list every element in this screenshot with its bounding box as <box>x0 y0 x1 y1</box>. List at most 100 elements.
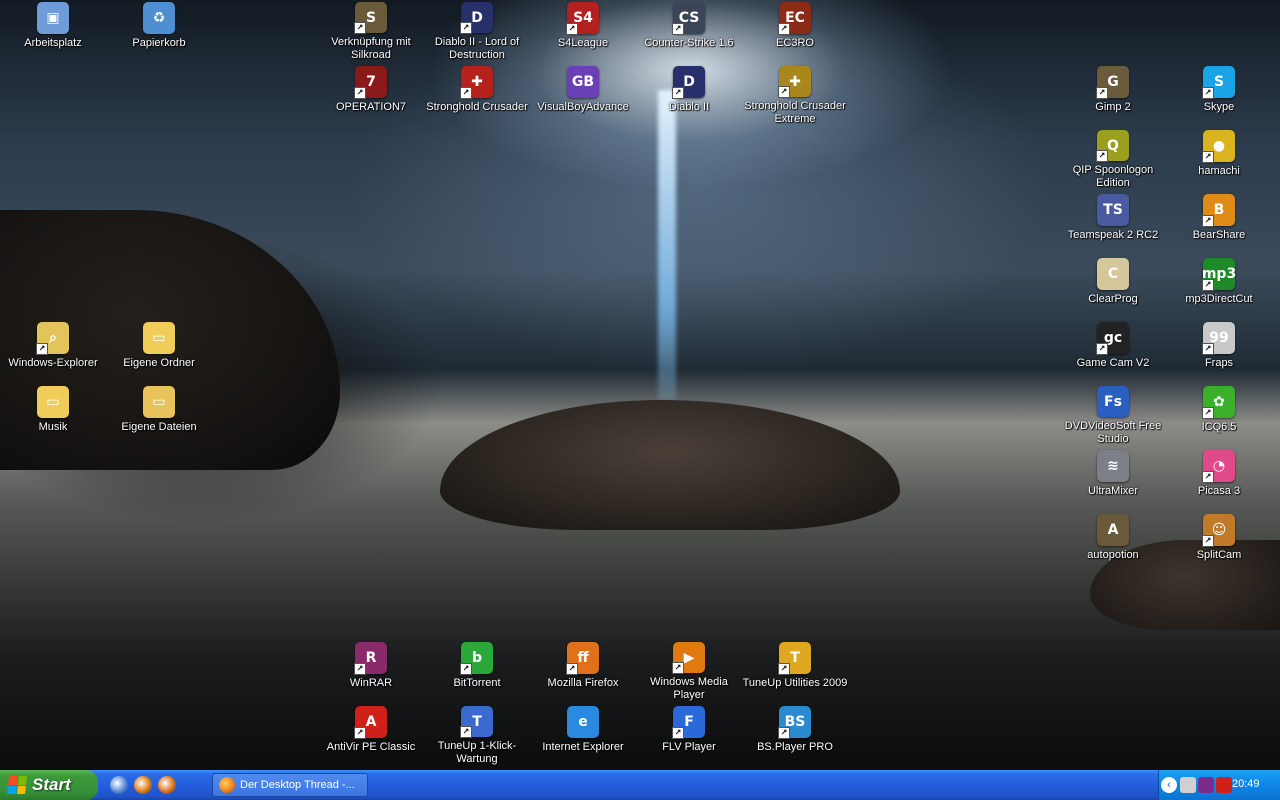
start-button[interactable]: Start <box>0 770 98 800</box>
desktop-icon-bittorrent[interactable]: b ↗ BitTorrent <box>424 640 530 702</box>
desktop-icon-autopotion[interactable]: Aautopotion <box>1060 512 1166 574</box>
firefox-icon <box>219 777 235 793</box>
icon-glyph: ✚ <box>471 74 483 90</box>
desktop-icon-label: EC3RO <box>776 37 814 49</box>
icon-glyph: R <box>365 650 377 666</box>
desktop-icon-tuneup-utilities-2009[interactable]: T ↗ TuneUp Utilities 2009 <box>742 640 848 702</box>
autopotion-icon: A <box>1097 514 1129 546</box>
qip-spoonlogon-edition-icon: Q ↗ <box>1096 130 1129 162</box>
arbeitsplatz-icon: ▣ <box>37 2 69 34</box>
desktop-icon-label: Diablo II - Lord of Destruction <box>434 36 520 61</box>
desktop-icon-label: Eigene Ordner <box>123 357 195 369</box>
desktop-icon-label: mp3DirectCut <box>1185 293 1253 305</box>
desktop-icon-skype[interactable]: S ↗ Skype <box>1166 64 1272 126</box>
desktop-icon-bearshare[interactable]: B ↗ BearShare <box>1166 192 1272 254</box>
desktop-icon-tuneup-1-klick-wartung[interactable]: T ↗ TuneUp 1-Klick-Wartung <box>424 704 530 766</box>
clock[interactable]: 20:49 <box>1232 778 1260 790</box>
taskbar-window-button[interactable]: Der Desktop Thread -... <box>212 773 368 797</box>
desktop-icon-diablo-ii[interactable]: D ↗ Diablo II <box>636 64 742 126</box>
shortcut-arrow-icon: ↗ <box>354 727 366 739</box>
shortcut-arrow-icon: ↗ <box>1202 343 1214 355</box>
desktop-icon-antivir-pe-classic[interactable]: A ↗ AntiVir PE Classic <box>318 704 424 766</box>
desktop-icon-fraps[interactable]: 99 ↗ Fraps <box>1166 320 1272 382</box>
desktop-icon-label: Windows-Explorer <box>8 357 98 369</box>
network-icon[interactable] <box>1180 777 1196 793</box>
desktop-icon-s4league[interactable]: S4 ↗ S4League <box>530 0 636 62</box>
desktop-icon-mp3directcut[interactable]: mp3 ↗ mp3DirectCut <box>1166 256 1272 318</box>
desktop-icon-label: hamachi <box>1198 165 1240 177</box>
shortcut-arrow-icon: ↗ <box>1202 407 1214 419</box>
desktop-icon-eigene-ordner[interactable]: ▭ Eigene Ordner <box>106 320 212 382</box>
desktop-icon-clearprog[interactable]: C ClearProg <box>1060 256 1166 318</box>
desktop-icon-winrar[interactable]: R ↗ WinRAR <box>318 640 424 702</box>
clearprog-icon: C <box>1097 258 1129 290</box>
icon-glyph: ▣ <box>46 10 60 26</box>
desktop-icon-gimp-2[interactable]: G ↗ Gimp 2 <box>1060 64 1166 126</box>
volume-icon[interactable] <box>1198 777 1214 793</box>
media-player-icon[interactable] <box>134 776 152 794</box>
desktop-icon-label: Game Cam V2 <box>1076 357 1150 369</box>
stronghold-crusader-icon: ✚ ↗ <box>460 66 493 99</box>
desktop-icon-game-cam-v2[interactable]: gc ↗ Game Cam V2 <box>1060 320 1166 382</box>
icon-glyph: ≋ <box>1107 458 1119 474</box>
desktop-icon-mozilla-firefox[interactable]: ff ↗ Mozilla Firefox <box>530 640 636 702</box>
desktop-icon-label: AntiVir PE Classic <box>326 741 416 753</box>
desktop-icon-label: QIP Spoonlogon Edition <box>1072 164 1154 189</box>
desktop-icon-verkn-pfung-mit-silkroad[interactable]: S ↗ Verknüpfung mit Silkroad <box>318 0 424 62</box>
icon-glyph: ✿ <box>1213 394 1225 410</box>
desktop-icon-label: DVDVideoSoft Free Studio <box>1064 420 1162 445</box>
chevron-left-icon[interactable]: ‹ <box>1161 777 1177 793</box>
desktop-icon-counter-strike-1-6[interactable]: CS ↗ Counter-Strike 1.6 <box>636 0 742 62</box>
shortcut-arrow-icon: ↗ <box>1096 343 1108 355</box>
firefox-icon[interactable] <box>158 776 176 794</box>
desktop-icon-picasa-3[interactable]: ◔ ↗ Picasa 3 <box>1166 448 1272 510</box>
desktop-icon-qip-spoonlogon-edition[interactable]: Q ↗ QIP Spoonlogon Edition <box>1060 128 1166 190</box>
desktop-icon-stronghold-crusader-extreme[interactable]: ✚ ↗ Stronghold Crusader Extreme <box>742 64 848 126</box>
desktop-icon-label: Mozilla Firefox <box>547 677 619 689</box>
shortcut-arrow-icon: ↗ <box>1202 151 1214 163</box>
desktop-icon-label: Windows Media Player <box>650 676 728 701</box>
windows-logo-icon <box>7 776 27 794</box>
desktop-icon-visualboyadvance[interactable]: GB VisualBoyAdvance <box>530 64 636 126</box>
skype-icon: S ↗ <box>1202 66 1235 99</box>
desktop-icon-teamspeak-2-rc2[interactable]: TS Teamspeak 2 RC2 <box>1060 192 1166 254</box>
tuneup-utilities-2009-icon: T ↗ <box>778 642 811 675</box>
desktop-icon-eigene-dateien[interactable]: ▭ Eigene Dateien <box>106 384 212 446</box>
shortcut-arrow-icon: ↗ <box>460 22 472 34</box>
desktop-icon-label: FLV Player <box>662 741 716 753</box>
desktop-icon-splitcam[interactable]: ☺ ↗ SplitCam <box>1166 512 1272 574</box>
windows-explorer-icon: ⌕ ↗ <box>36 322 69 355</box>
icon-glyph: ◔ <box>1212 458 1226 474</box>
verkn-pfung-mit-silkroad-icon: S ↗ <box>354 2 387 34</box>
shortcut-arrow-icon: ↗ <box>672 727 684 739</box>
desktop-icon-windows-media-player[interactable]: ▶ ↗ Windows Media Player <box>636 640 742 702</box>
desktop-icon-label: BearShare <box>1192 229 1246 241</box>
antivir-tray-icon[interactable] <box>1216 777 1232 793</box>
desktop-icon-label: UltraMixer <box>1087 485 1139 497</box>
desktop-icon-papierkorb[interactable]: ♻ Papierkorb <box>106 0 212 62</box>
shortcut-arrow-icon: ↗ <box>1202 215 1214 227</box>
desktop-icon-operation7[interactable]: 7 ↗ OPERATION7 <box>318 64 424 126</box>
desktop-icon-icq6-5[interactable]: ✿ ↗ ICQ6.5 <box>1166 384 1272 446</box>
desktop-icon-flv-player[interactable]: F ↗ FLV Player <box>636 704 742 766</box>
desktop-icon-arbeitsplatz[interactable]: ▣ Arbeitsplatz <box>0 0 106 62</box>
game-cam-v2-icon: gc ↗ <box>1096 322 1129 355</box>
diablo-ii-icon: D ↗ <box>672 66 705 99</box>
desktop-icon-internet-explorer[interactable]: e Internet Explorer <box>530 704 636 766</box>
desktop-icon-windows-explorer[interactable]: ⌕ ↗ Windows-Explorer <box>0 320 106 382</box>
desktop-icon-diablo-ii-lord-of-destruction[interactable]: D ↗ Diablo II - Lord of Destruction <box>424 0 530 62</box>
desktop-icon-dvdvideosoft-free-studio[interactable]: Fs DVDVideoSoft Free Studio <box>1060 384 1166 446</box>
desktop-icon-bs-player-pro[interactable]: BS ↗ BS.Player PRO <box>742 704 848 766</box>
desktop-icon-label: Skype <box>1203 101 1235 113</box>
diablo-ii-lord-of-destruction-icon: D ↗ <box>460 2 493 34</box>
desktop-icon-stronghold-crusader[interactable]: ✚ ↗ Stronghold Crusader <box>424 64 530 126</box>
desktop-icon-hamachi[interactable]: ● ↗ hamachi <box>1166 128 1272 190</box>
shortcut-arrow-icon: ↗ <box>1202 535 1214 547</box>
desktop-icon-ec3ro[interactable]: EC ↗ EC3RO <box>742 0 848 62</box>
desktop-icon-musik[interactable]: ▭ Musik <box>0 384 106 446</box>
desktop-icon-ultramixer[interactable]: ≋ UltraMixer <box>1060 448 1166 510</box>
show-desktop-icon[interactable] <box>110 776 128 794</box>
shortcut-arrow-icon: ↗ <box>778 663 790 675</box>
desktop-icon-label: VisualBoyAdvance <box>537 101 629 113</box>
ultramixer-icon: ≋ <box>1097 450 1129 482</box>
